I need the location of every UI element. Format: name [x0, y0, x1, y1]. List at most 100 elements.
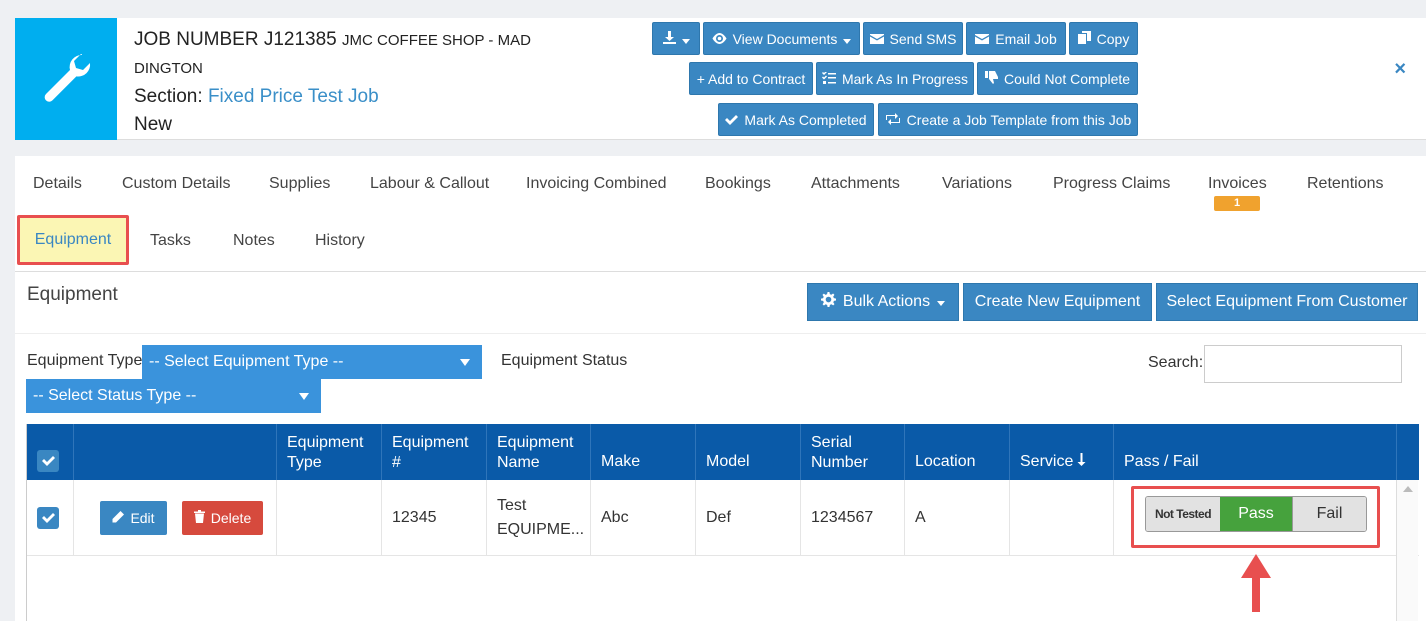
header-label: Equipment [287, 434, 364, 451]
create-new-equipment-button[interactable]: Create New Equipment [963, 283, 1152, 321]
header-select-all[interactable] [27, 424, 74, 480]
pencil-icon [112, 510, 125, 526]
mark-completed-button[interactable]: Mark As Completed [718, 103, 874, 136]
tab-supplies[interactable]: Supplies [269, 175, 330, 193]
tab-details[interactable]: Details [33, 175, 82, 193]
edit-button[interactable]: Edit [100, 501, 167, 535]
pass-button[interactable]: Pass [1220, 497, 1292, 531]
scroll-up-icon[interactable] [1403, 486, 1413, 492]
row-checkbox[interactable] [37, 507, 59, 529]
add-to-contract-button[interactable]: + Add to Contract [689, 62, 813, 95]
tab-bookings[interactable]: Bookings [705, 175, 771, 193]
header-make[interactable]: Make [591, 424, 696, 480]
tab-attachments[interactable]: Attachments [811, 175, 900, 193]
header-location[interactable]: Location [905, 424, 1010, 480]
send-sms-label: Send SMS [889, 30, 957, 47]
header-label: Type [287, 454, 322, 471]
job-number: JOB NUMBER J121385 [134, 29, 337, 50]
download-button[interactable] [652, 22, 700, 55]
tab-invoices[interactable]: Invoices [1208, 175, 1267, 193]
header-equipment-type[interactable]: Equipment Type [277, 424, 382, 480]
mark-in-progress-button[interactable]: Mark As In Progress [816, 62, 974, 95]
tab-labour-callout[interactable]: Labour & Callout [370, 175, 489, 193]
header-label: Number [811, 454, 868, 471]
cell-equipment-number: 12345 [382, 480, 487, 556]
not-tested-button[interactable]: Not Tested [1146, 497, 1220, 531]
check-icon[interactable] [37, 450, 59, 472]
tab-history[interactable]: History [315, 232, 365, 250]
header-serial-number[interactable]: Serial Number [801, 424, 905, 480]
equipment-type-label: Equipment Type [27, 352, 143, 369]
equipment-status-select[interactable]: -- Select Status Type -- [26, 379, 321, 413]
arrow-up-icon [1241, 554, 1271, 617]
tab-tasks[interactable]: Tasks [150, 232, 191, 250]
copy-icon [1077, 30, 1091, 47]
pass-fail-toggle[interactable]: Not Tested Pass Fail [1145, 496, 1367, 532]
create-template-button[interactable]: Create a Job Template from this Job [878, 103, 1138, 136]
eye-icon [712, 31, 727, 47]
header-label: Serial [811, 434, 852, 451]
bulk-actions-button[interactable]: Bulk Actions [807, 283, 959, 321]
job-panel: Details Custom Details Supplies Labour &… [15, 156, 1426, 621]
header-label: # [392, 454, 401, 471]
header-pass-fail[interactable]: Pass / Fail [1114, 424, 1397, 480]
select-equipment-from-customer-button[interactable]: Select Equipment From Customer [1156, 283, 1418, 321]
could-not-complete-label: Could Not Complete [1003, 70, 1131, 87]
section-link[interactable]: Fixed Price Test Job [208, 86, 379, 107]
search-input[interactable] [1204, 345, 1402, 383]
name-line: Test [497, 497, 527, 514]
header-actions [74, 424, 277, 480]
fail-button[interactable]: Fail [1292, 497, 1366, 531]
tab-divider [15, 271, 1426, 272]
tab-equipment[interactable]: Equipment [17, 215, 129, 265]
view-documents-button[interactable]: View Documents [703, 22, 860, 55]
delete-button[interactable]: Delete [182, 501, 263, 535]
cell-service [1010, 480, 1114, 556]
mark-completed-label: Mark As Completed [744, 111, 867, 128]
header-label: Equipment [392, 434, 469, 451]
chevron-down-icon [681, 31, 690, 47]
cell-location: A [905, 480, 1010, 556]
tab-custom-details[interactable]: Custom Details [122, 175, 230, 193]
create-template-label: Create a Job Template from this Job [906, 111, 1132, 128]
download-icon [662, 30, 676, 47]
cell-serial-number: 1234567 [801, 480, 905, 556]
header-label: Name [497, 454, 540, 471]
tab-retentions[interactable]: Retentions [1307, 175, 1384, 193]
copy-label: Copy [1096, 30, 1130, 47]
name-line: EQUIPME... [497, 521, 585, 538]
send-sms-button[interactable]: Send SMS [863, 22, 963, 55]
equipment-type-select[interactable]: -- Select Equipment Type -- [142, 345, 482, 379]
header-equipment-name[interactable]: Equipment Name [487, 424, 591, 480]
equipment-status-value: -- Select Status Type -- [33, 387, 197, 404]
tab-progress-claims[interactable]: Progress Claims [1053, 175, 1170, 193]
email-job-button[interactable]: Email Job [966, 22, 1066, 55]
edit-label: Edit [130, 510, 155, 526]
cell-make: Abc [591, 480, 696, 556]
chevron-down-icon [937, 293, 946, 311]
email-job-label: Email Job [995, 30, 1057, 47]
view-documents-label: View Documents [732, 30, 838, 47]
check-icon [725, 112, 739, 128]
table-scrollbar[interactable] [1396, 480, 1418, 621]
job-title-block: JOB NUMBER J121385 JMC COFFEE SHOP - MAD… [134, 26, 554, 139]
delete-label: Delete [210, 510, 252, 526]
header-label: Equipment [497, 434, 574, 451]
equipment-status-label: Equipment Status [501, 352, 628, 369]
copy-button[interactable]: Copy [1069, 22, 1138, 55]
header-model[interactable]: Model [696, 424, 801, 480]
header-equipment-number[interactable]: Equipment # [382, 424, 487, 480]
customer-name: JMC COFFEE SHOP - MAD [342, 32, 531, 49]
tab-invoicing-combined[interactable]: Invoicing Combined [526, 175, 667, 193]
header-label: Service [1020, 453, 1074, 470]
close-icon[interactable]: × [1394, 58, 1406, 81]
job-tile [15, 18, 117, 140]
tab-notes[interactable]: Notes [233, 232, 275, 250]
envelope-icon [975, 31, 990, 47]
chevron-down-icon [299, 393, 309, 400]
tab-variations[interactable]: Variations [942, 175, 1012, 193]
envelope-icon [869, 31, 884, 47]
header-service[interactable]: Service [1010, 424, 1114, 480]
sort-down-icon [1077, 452, 1086, 472]
could-not-complete-button[interactable]: Could Not Complete [977, 62, 1138, 95]
